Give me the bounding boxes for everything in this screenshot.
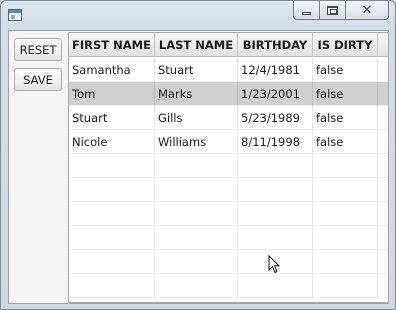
table-row[interactable]: Samantha Stuart 12/4/1981 false — [69, 58, 388, 82]
cell-filler — [378, 106, 388, 130]
cell-filler — [378, 250, 388, 274]
close-button[interactable]: ✕ — [346, 1, 389, 20]
cell-is-dirty[interactable]: false — [313, 106, 378, 130]
empty-table-row[interactable] — [69, 154, 388, 178]
cell-first-name[interactable]: Samantha — [69, 58, 155, 82]
cell-first-name[interactable] — [69, 250, 155, 274]
cell-first-name[interactable] — [69, 154, 155, 178]
cell-is-dirty[interactable]: false — [313, 130, 378, 154]
cell-last-name[interactable] — [155, 178, 238, 202]
cell-filler — [378, 178, 388, 202]
cell-first-name[interactable] — [69, 226, 155, 250]
cell-is-dirty[interactable]: false — [313, 82, 378, 106]
cell-filler — [378, 58, 388, 82]
cell-birthday[interactable] — [238, 154, 313, 178]
column-header-first-name[interactable]: FIRST NAME — [69, 33, 155, 57]
reset-button[interactable]: RESET — [14, 38, 62, 61]
empty-table-row[interactable] — [69, 250, 388, 274]
cell-first-name[interactable] — [69, 274, 155, 298]
cell-last-name[interactable] — [155, 274, 238, 298]
people-table[interactable]: FIRST NAME LAST NAME BIRTHDAY IS DIRTY S… — [68, 32, 389, 303]
cell-birthday[interactable] — [238, 178, 313, 202]
column-header-birthday[interactable]: BIRTHDAY — [238, 33, 313, 57]
cell-last-name[interactable] — [155, 202, 238, 226]
cell-last-name[interactable] — [155, 154, 238, 178]
cell-last-name[interactable]: Williams — [155, 130, 238, 154]
minimize-icon — [302, 11, 311, 15]
cell-filler — [378, 274, 388, 298]
cell-birthday[interactable] — [238, 226, 313, 250]
window-controls: ✕ — [293, 1, 389, 20]
minimize-button[interactable] — [293, 1, 320, 20]
cell-last-name[interactable] — [155, 226, 238, 250]
empty-table-row[interactable] — [69, 178, 388, 202]
cell-is-dirty[interactable] — [313, 250, 378, 274]
table-header: FIRST NAME LAST NAME BIRTHDAY IS DIRTY — [69, 33, 388, 57]
cell-is-dirty[interactable] — [313, 202, 378, 226]
column-header-filler — [378, 33, 388, 57]
cell-birthday[interactable]: 12/4/1981 — [238, 58, 313, 82]
table-row[interactable]: Tom Marks 1/23/2001 false — [69, 82, 388, 106]
cell-first-name[interactable]: Stuart — [69, 106, 155, 130]
table-row[interactable]: Stuart Gills 5/23/1989 false — [69, 106, 388, 130]
column-header-is-dirty[interactable]: IS DIRTY — [313, 33, 378, 57]
table-row[interactable]: Nicole Williams 8/11/1998 false — [69, 130, 388, 154]
cell-first-name[interactable]: Tom — [69, 82, 155, 106]
cell-filler — [378, 226, 388, 250]
cell-last-name[interactable]: Stuart — [155, 58, 238, 82]
cell-filler — [378, 130, 388, 154]
close-icon: ✕ — [361, 2, 373, 18]
window-icon[interactable] — [8, 9, 22, 21]
cell-filler — [378, 154, 388, 178]
empty-table-row[interactable] — [69, 226, 388, 250]
cell-first-name[interactable] — [69, 202, 155, 226]
cell-is-dirty[interactable] — [313, 274, 378, 298]
column-header-last-name[interactable]: LAST NAME — [155, 33, 238, 57]
empty-table-row[interactable] — [69, 202, 388, 226]
cell-birthday[interactable]: 5/23/1989 — [238, 106, 313, 130]
cell-last-name[interactable] — [155, 250, 238, 274]
cell-birthday[interactable]: 8/11/1998 — [238, 130, 313, 154]
maximize-icon — [327, 5, 338, 15]
title-bar[interactable]: ✕ — [1, 1, 395, 29]
cell-last-name[interactable]: Marks — [155, 82, 238, 106]
cell-is-dirty[interactable] — [313, 154, 378, 178]
cell-is-dirty[interactable]: false — [313, 58, 378, 82]
app-window: ✕ RESET SAVE FIRST NAME LAST NAME BIRTHD… — [0, 0, 396, 310]
client-area: RESET SAVE FIRST NAME LAST NAME BIRTHDAY… — [8, 30, 389, 304]
maximize-button[interactable] — [320, 1, 346, 20]
cell-filler — [378, 202, 388, 226]
text-cursor-icon — [268, 255, 281, 274]
empty-table-row[interactable] — [69, 274, 388, 298]
side-panel: RESET SAVE — [9, 31, 69, 303]
cell-last-name[interactable]: Gills — [155, 106, 238, 130]
cell-is-dirty[interactable] — [313, 226, 378, 250]
cell-filler — [378, 82, 388, 106]
cell-first-name[interactable]: Nicole — [69, 130, 155, 154]
cell-is-dirty[interactable] — [313, 178, 378, 202]
cell-birthday[interactable] — [238, 202, 313, 226]
cell-birthday[interactable] — [238, 274, 313, 298]
save-button[interactable]: SAVE — [14, 68, 62, 91]
cell-first-name[interactable] — [69, 178, 155, 202]
cell-birthday[interactable]: 1/23/2001 — [238, 82, 313, 106]
